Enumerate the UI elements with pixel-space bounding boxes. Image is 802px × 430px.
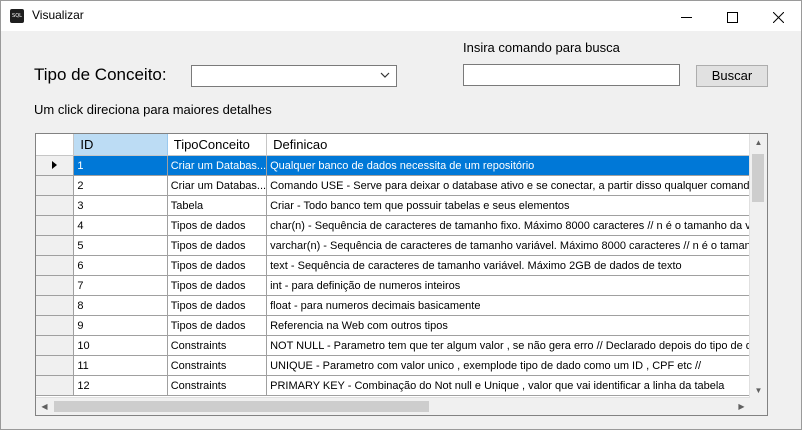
cell-tipoconceito[interactable]: Constraints	[167, 375, 268, 396]
current-row-arrow-icon	[52, 160, 58, 169]
grid-header-row: ID TipoConceito Definicao	[36, 134, 767, 156]
cell-definicao[interactable]: Referencia na Web com outros tipos	[266, 315, 767, 336]
cell-id[interactable]: 2	[73, 175, 168, 196]
table-row[interactable]: 4 Tipos de dados char(n) - Sequência de ca…	[36, 215, 767, 236]
cell-id[interactable]: 5	[73, 235, 168, 256]
cell-id[interactable]: 6	[73, 255, 168, 276]
row-header[interactable]	[36, 335, 75, 356]
title-bar[interactable]: SQL Visualizar	[1, 1, 801, 31]
sql-app-icon: SQL	[10, 9, 24, 23]
row-header[interactable]	[36, 315, 75, 336]
row-header[interactable]	[36, 215, 75, 236]
tipo-conceito-label: Tipo de Conceito:	[34, 65, 167, 84]
maximize-icon	[726, 11, 738, 23]
cell-definicao[interactable]: Qualquer banco de dados necessita de um …	[266, 155, 767, 176]
window-title: Visualizar	[32, 8, 84, 22]
cell-tipoconceito[interactable]: Tipos de dados	[167, 255, 268, 276]
cell-tipoconceito[interactable]: Tipos de dados	[167, 215, 268, 236]
cell-id[interactable]: 7	[73, 275, 168, 296]
cell-definicao[interactable]: varchar(n) - Sequência de caracteres de …	[266, 235, 767, 256]
cell-id[interactable]: 1	[73, 155, 168, 176]
column-header-id[interactable]: ID	[73, 134, 168, 156]
table-row[interactable]: 2 Criar um Databas... Comando USE - Serve …	[36, 175, 767, 196]
table-row[interactable]: 8 Tipos de dados float - para numeros deci…	[36, 295, 767, 316]
row-header[interactable]	[36, 175, 75, 196]
minimize-button[interactable]	[663, 1, 709, 31]
tipo-conceito-select[interactable]	[191, 65, 397, 87]
scroll-right-icon[interactable]: ▶	[733, 398, 750, 415]
cell-id[interactable]: 12	[73, 375, 168, 396]
scroll-up-icon[interactable]: ▲	[750, 134, 767, 151]
cell-id[interactable]: 3	[73, 195, 168, 216]
cell-tipoconceito[interactable]: Tipos de dados	[167, 315, 268, 336]
horizontal-scrollbar[interactable]: ◀ ▶	[36, 397, 750, 415]
grid-body: 1 Criar um Databas... Qualquer banco de da…	[36, 155, 767, 396]
cell-tipoconceito[interactable]: Tipos de dados	[167, 275, 268, 296]
cell-definicao[interactable]: int - para definição de numeros inteiros	[266, 275, 767, 296]
chevron-down-icon	[380, 72, 390, 78]
minimize-icon	[680, 16, 692, 18]
cell-definicao[interactable]: UNIQUE - Parametro com valor unico , exe…	[266, 355, 767, 376]
buscar-button[interactable]: Buscar	[696, 65, 768, 87]
table-row[interactable]: 9 Tipos de dados Referencia na Web com out…	[36, 315, 767, 336]
table-row[interactable]: 10 Constraints NOT NULL - Parametro tem qu…	[36, 335, 767, 356]
row-header[interactable]	[36, 195, 75, 216]
cell-definicao[interactable]: Criar - Todo banco tem que possuir tabel…	[266, 195, 767, 216]
close-icon	[772, 11, 784, 24]
hint-text: Um click direciona para maiores detalhes	[34, 102, 272, 117]
cell-id[interactable]: 10	[73, 335, 168, 356]
row-header-corner	[36, 134, 75, 156]
table-row[interactable]: 3 Tabela Criar - Todo banco tem que possui…	[36, 195, 767, 216]
table-row[interactable]: 11 Constraints UNIQUE - Parametro com valo…	[36, 355, 767, 376]
row-header[interactable]	[36, 375, 75, 396]
search-input[interactable]	[463, 64, 680, 86]
vertical-scrollbar[interactable]: ▲ ▼	[749, 134, 767, 399]
row-header[interactable]	[36, 155, 75, 176]
table-row[interactable]: 5 Tipos de dados varchar(n) - Sequência de…	[36, 235, 767, 256]
column-header-tipoconceito[interactable]: TipoConceito	[167, 134, 268, 156]
scroll-left-icon[interactable]: ◀	[36, 398, 53, 415]
visualizar-window: SQL Visualizar Tipo de Conceito: Insira …	[0, 0, 802, 430]
row-header[interactable]	[36, 355, 75, 376]
cell-id[interactable]: 8	[73, 295, 168, 316]
vertical-scroll-thumb[interactable]	[752, 154, 764, 202]
table-row[interactable]: 7 Tipos de dados int - para definição de n…	[36, 275, 767, 296]
cell-tipoconceito[interactable]: Tabela	[167, 195, 268, 216]
cell-definicao[interactable]: PRIMARY KEY - Combinação do Not null e U…	[266, 375, 767, 396]
cell-id[interactable]: 4	[73, 215, 168, 236]
cell-definicao[interactable]: text - Sequência de caracteres de tamanh…	[266, 255, 767, 276]
cell-tipoconceito[interactable]: Constraints	[167, 355, 268, 376]
scrollbar-corner	[750, 398, 767, 415]
row-header[interactable]	[36, 275, 75, 296]
column-header-definicao[interactable]: Definicao	[266, 134, 767, 156]
table-row[interactable]: 12 Constraints PRIMARY KEY - Combinação do…	[36, 375, 767, 396]
cell-tipoconceito[interactable]: Constraints	[167, 335, 268, 356]
horizontal-scroll-thumb[interactable]	[54, 401, 429, 412]
row-header[interactable]	[36, 235, 75, 256]
cell-tipoconceito[interactable]: Criar um Databas...	[167, 155, 268, 176]
cell-tipoconceito[interactable]: Tipos de dados	[167, 235, 268, 256]
table-row[interactable]: 6 Tipos de dados text - Sequência de carac…	[36, 255, 767, 276]
cell-definicao[interactable]: NOT NULL - Parametro tem que ter algum v…	[266, 335, 767, 356]
row-header[interactable]	[36, 255, 75, 276]
cell-tipoconceito[interactable]: Criar um Databas...	[167, 175, 268, 196]
cell-definicao[interactable]: char(n) - Sequência de caracteres de tam…	[266, 215, 767, 236]
maximize-button[interactable]	[709, 1, 755, 31]
row-header[interactable]	[36, 295, 75, 316]
cell-id[interactable]: 9	[73, 315, 168, 336]
cell-tipoconceito[interactable]: Tipos de dados	[167, 295, 268, 316]
concepts-grid[interactable]: ID TipoConceito Definicao 1 Criar um Data…	[35, 133, 768, 416]
close-button[interactable]	[755, 1, 801, 31]
scroll-down-icon[interactable]: ▼	[750, 382, 767, 399]
cell-id[interactable]: 11	[73, 355, 168, 376]
cell-definicao[interactable]: Comando USE - Serve para deixar o databa…	[266, 175, 767, 196]
search-label: Insira comando para busca	[463, 40, 620, 55]
table-row[interactable]: 1 Criar um Databas... Qualquer banco de da…	[36, 155, 767, 176]
concepts-table: ID TipoConceito Definicao 1 Criar um Data…	[36, 134, 767, 396]
cell-definicao[interactable]: float - para numeros decimais basicament…	[266, 295, 767, 316]
